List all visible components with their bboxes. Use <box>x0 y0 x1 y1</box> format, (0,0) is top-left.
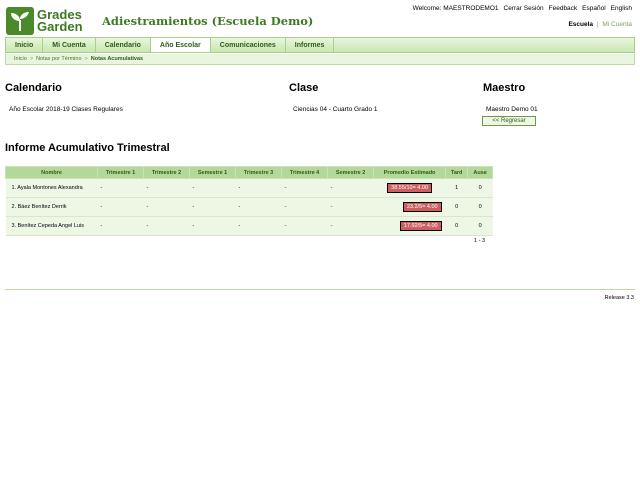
class-info: Ciencias 04 - Cuarto Grado 1 <box>293 106 378 113</box>
grade-cell: - <box>189 178 236 198</box>
calendar-info: Año Escolar 2018-19 Clases Regulares <box>9 106 123 113</box>
table-row: 1. Ayala Montones Alexandra - - - - - - … <box>5 178 493 198</box>
col-ause: Ause <box>467 166 493 179</box>
grade-cell: - <box>281 216 328 236</box>
school-link[interactable]: Escuela <box>568 21 593 28</box>
grade-cell: - <box>143 216 190 236</box>
logout-link[interactable]: Cerrar Sesión <box>504 5 544 12</box>
tab-comunicaciones[interactable]: Comunicaciones <box>211 38 286 52</box>
grade-cell: - <box>327 197 374 217</box>
breadcrumb-notas-termino[interactable]: Notas por Término <box>36 56 81 62</box>
brand-line2: Garden <box>37 19 83 34</box>
pager: 1 - 3 <box>474 238 486 244</box>
col-trimestre-3: Trimestre 3 <box>235 166 283 179</box>
grades-table: Nombre Trimestre 1 Trimestre 2 Semestre … <box>5 166 493 236</box>
grade-cell: - <box>143 178 190 198</box>
grade-cell: - <box>235 216 282 236</box>
table-row: 3. Benítez Cepeda Angel Luis - - - - - -… <box>5 216 493 236</box>
calendar-heading: Calendario <box>5 82 62 94</box>
average-badge: 17.92/5= 4.00 <box>399 221 442 231</box>
tab-calendario[interactable]: Calendario <box>96 38 151 52</box>
col-semestre-2: Semestre 2 <box>327 166 375 179</box>
grade-cell: - <box>235 178 282 198</box>
report-title: Informe Acumulativo Trimestral <box>5 142 170 154</box>
spanish-link[interactable]: Español <box>582 5 606 12</box>
tardy-cell: 1 <box>445 178 468 198</box>
tab-ano-escolar[interactable]: Año Escolar <box>150 38 211 52</box>
breadcrumb-separator: > <box>84 56 88 62</box>
footer-divider <box>5 289 635 290</box>
breadcrumb-current: Notas Acumulativas <box>90 56 144 62</box>
welcome-text: Welcome: MAESTRODEMO1 <box>412 5 499 12</box>
table-header-row: Nombre Trimestre 1 Trimestre 2 Semestre … <box>5 166 493 179</box>
grade-cell: - <box>281 197 328 217</box>
teacher-heading: Maestro <box>483 82 526 94</box>
col-promedio: Promedio Estimado <box>373 166 447 179</box>
col-trimestre-4: Trimestre 4 <box>281 166 329 179</box>
sprout-icon <box>6 7 34 35</box>
student-name[interactable]: 2. Báez Benítez Derrik <box>5 197 98 217</box>
teacher-info: Maestro Demo 01 <box>486 106 538 113</box>
grade-cell: - <box>235 197 282 217</box>
tab-inicio[interactable]: Inicio <box>6 38 44 52</box>
student-name[interactable]: 3. Benítez Cepeda Angel Luis <box>5 216 98 236</box>
school-nav: Escuela | Mi Cuenta <box>568 21 632 28</box>
breadcrumb-separator: > <box>29 56 34 62</box>
grade-cell: - <box>189 216 236 236</box>
school-nav-separator: | <box>596 21 599 28</box>
absence-cell: 0 <box>467 197 493 217</box>
col-nombre[interactable]: Nombre <box>5 166 98 179</box>
col-trimestre-1: Trimestre 1 <box>96 166 145 179</box>
col-trimestre-2: Trimestre 2 <box>143 166 191 179</box>
tardy-cell: 0 <box>445 216 468 236</box>
english-link[interactable]: English <box>611 5 632 12</box>
top-links: Welcome: MAESTRODEMO1 Cerrar Sesión Feed… <box>413 5 632 12</box>
average-badge: 23.2/5= 4.00 <box>402 202 442 212</box>
grade-cell: - <box>189 197 236 217</box>
absence-cell: 0 <box>467 216 493 236</box>
app-title: Adiestramientos (Escuela Demo) <box>102 14 314 28</box>
grade-cell: - <box>97 178 144 198</box>
average-badge: 38.55/10= 4.00 <box>387 183 433 193</box>
student-name[interactable]: 1. Ayala Montones Alexandra <box>5 178 98 198</box>
breadcrumb-inicio[interactable]: Inicio <box>14 56 27 62</box>
grade-cell: - <box>97 197 144 217</box>
tab-informes[interactable]: Informes <box>286 38 335 52</box>
breadcrumb: Inicio > Notas por Término > Notas Acumu… <box>5 54 635 65</box>
grade-cell: - <box>327 178 374 198</box>
absence-cell: 0 <box>467 178 493 198</box>
grades-garden-logo[interactable]: Grades Garden <box>6 6 94 36</box>
col-tard: Tard <box>445 166 469 179</box>
tardy-cell: 0 <box>445 197 468 217</box>
back-button[interactable]: << Regresar <box>482 116 536 126</box>
col-semestre-1: Semestre 1 <box>189 166 237 179</box>
grade-cell: - <box>327 216 374 236</box>
grade-cell: - <box>143 197 190 217</box>
tab-mi-cuenta[interactable]: Mi Cuenta <box>43 38 96 52</box>
table-row: 2. Báez Benítez Derrik - - - - - - 23.2/… <box>5 197 493 217</box>
my-account-link[interactable]: Mi Cuenta <box>602 21 632 28</box>
class-heading: Clase <box>289 82 319 94</box>
feedback-link[interactable]: Feedback <box>549 5 578 12</box>
main-nav: Inicio Mi Cuenta Calendario Año Escolar … <box>5 37 635 53</box>
grade-cell: - <box>97 216 144 236</box>
release-version: Release 3.3 <box>604 295 634 301</box>
grade-cell: - <box>281 178 328 198</box>
